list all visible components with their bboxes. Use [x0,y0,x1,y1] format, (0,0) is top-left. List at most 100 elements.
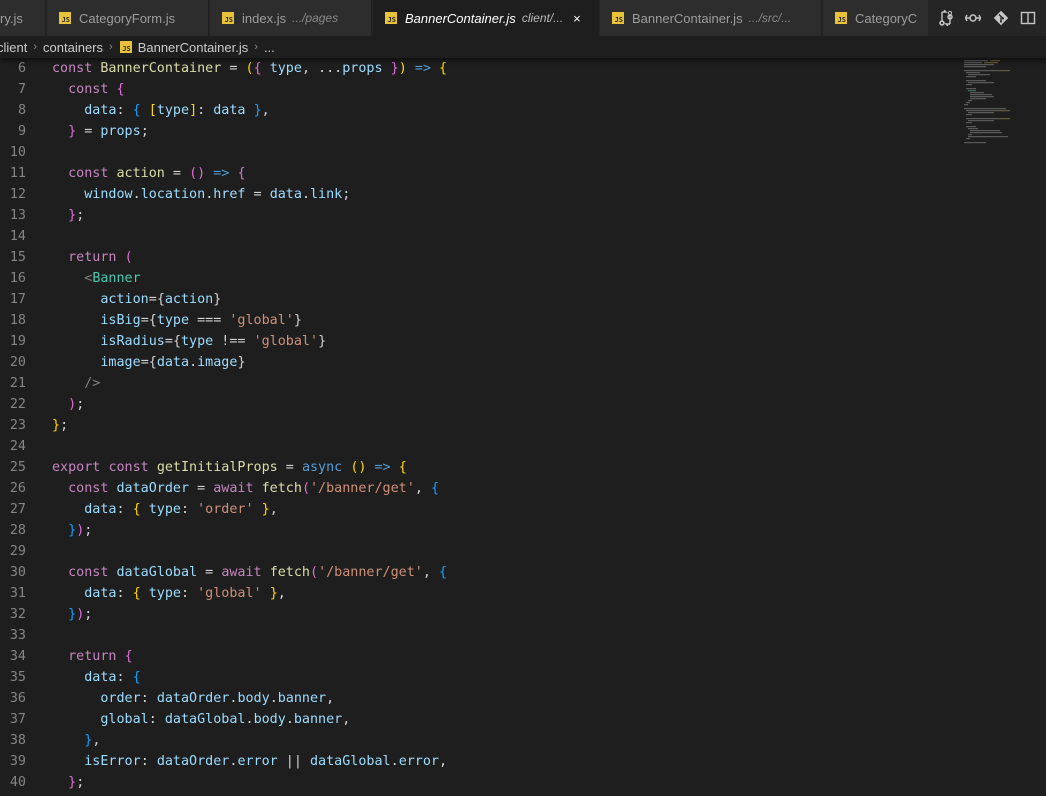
code-line: 9 } = props; [0,121,950,142]
line-number: 23 [9,418,26,433]
editor-tab-bar: ry.js JS CategoryForm.js JS index.js .../page… [0,0,1046,37]
js-file-icon: JS [612,12,624,24]
minimap[interactable] [962,58,1022,158]
open-changes-icon[interactable] [964,9,982,27]
tab-description: client/... [521,11,564,25]
breadcrumb-item[interactable]: containers [43,40,103,55]
tab-description: .../src/... [748,11,792,25]
code-text: isRadius={type !== 'global'} [100,334,327,349]
code-line: 27 data: { type: 'order' }, [0,499,950,520]
breadcrumb-item[interactable]: BannerContainer.js [138,40,249,55]
code-line: 7 const { [0,79,950,100]
tab-label: index.js [242,10,287,26]
line-number: 39 [9,754,26,769]
line-number: 33 [9,628,26,643]
code-line: 21 /> [0,373,950,394]
breadcrumb-separator: › [254,41,258,53]
code-text: data: { [type]: data }, [84,103,270,118]
close-icon[interactable]: × [573,11,581,26]
code-line: 37 global: dataGlobal.body.banner, [0,709,950,730]
code-text: return ( [68,250,133,265]
code-line: 39 isError: dataOrder.error || dataGloba… [0,751,950,772]
line-number: 15 [9,250,26,265]
code-line: 12 window.location.href = data.link; [0,184,950,205]
line-number: 24 [9,439,26,454]
code-line: 24 [0,436,950,457]
line-number: 26 [9,481,26,496]
line-number: 25 [9,460,26,475]
breadcrumb-item[interactable]: client [0,40,27,55]
code-line: 36 order: dataOrder.body.banner, [0,688,950,709]
code-text: order: dataOrder.body.banner, [100,691,335,706]
code-line: 35 data: { [0,667,950,688]
line-number: 34 [9,649,26,664]
breadcrumb-item[interactable]: ... [264,40,275,55]
tab-active[interactable]: JS BannerContainer.js client/... × [373,0,599,36]
code-line: 19 isRadius={type !== 'global'} [0,331,950,352]
line-number: 28 [9,523,26,538]
line-number: 7 [17,82,26,97]
code-text: const dataGlobal = await fetch('/banner/… [68,565,448,580]
line-number: 8 [17,103,26,118]
code-line: 17 action={action} [0,289,950,310]
js-file-icon: JS [385,12,397,24]
tab[interactable]: ry.js [0,0,46,36]
code-text: return { [68,649,133,664]
code-text: window.location.href = data.link; [84,187,351,202]
line-number: 38 [9,733,26,748]
code-line: 40 }; [0,772,950,793]
code-line: 31 data: { type: 'global' }, [0,583,950,604]
split-editor-icon[interactable] [1019,9,1037,27]
code-text: isError: dataOrder.error || dataGlobal.e… [84,754,448,769]
code-line: 13 }; [0,205,950,226]
js-file-icon: JS [222,12,234,24]
code-line: 20 image={data.image} [0,352,950,373]
code-line: 28 }); [0,520,950,541]
code-line: 38 }, [0,730,950,751]
line-number: 6 [17,61,26,76]
line-number: 27 [9,502,26,517]
tab-label: BannerContainer.js [405,10,516,26]
code-text: const dataOrder = await fetch('/banner/g… [68,481,439,496]
code-line: 25 export const getInitialProps = async (… [0,457,950,478]
line-number: 18 [9,313,26,328]
code-text: data: { [84,670,141,685]
code-text: export const getInitialProps = async () … [52,460,407,475]
line-number: 35 [9,670,26,685]
code-text: /> [84,376,101,391]
breadcrumb-separator: › [109,41,113,53]
line-number: 17 [9,292,26,307]
line-number: 13 [9,208,26,223]
git-icon[interactable] [992,9,1010,27]
code-line: 30 const dataGlobal = await fetch('/bann… [0,562,950,583]
code-text: image={data.image} [100,355,246,370]
code-line: 15 return ( [0,247,950,268]
tab[interactable]: JS BannerContainer.js .../src/... [600,0,822,36]
compare-changes-icon[interactable] [937,9,955,27]
code-text: }); [68,607,93,622]
breadcrumb-separator: › [33,41,38,53]
tab-label: ry.js [0,10,23,26]
code-line: 34 return { [0,646,950,667]
js-file-icon: JS [835,12,847,24]
code-text: global: dataGlobal.body.banner, [100,712,351,727]
line-number: 10 [9,145,26,160]
line-number: 36 [9,691,26,706]
line-number: 32 [9,607,26,622]
code-text: data: { type: 'order' }, [84,502,278,517]
code-line: 10 [0,142,950,163]
line-number: 9 [17,124,26,139]
code-text: isBig={type === 'global'} [100,313,302,328]
code-text: }); [68,523,93,538]
line-number: 11 [9,166,26,181]
code-line: 32 }); [0,604,950,625]
tab[interactable]: JS index.js .../pages [210,0,372,36]
code-text: const BannerContainer = ({ type, ...prop… [52,61,448,76]
code-text: }; [68,775,85,790]
code-line: 33 [0,625,950,646]
code-editor[interactable]: 6 const BannerContainer = ({ type, ...pro… [0,58,1046,796]
tab-label: CategoryC [855,10,918,26]
code-text: <Banner [84,271,141,286]
tab[interactable]: JS CategoryForm.js [47,0,209,36]
code-text: data: { type: 'global' }, [84,586,286,601]
